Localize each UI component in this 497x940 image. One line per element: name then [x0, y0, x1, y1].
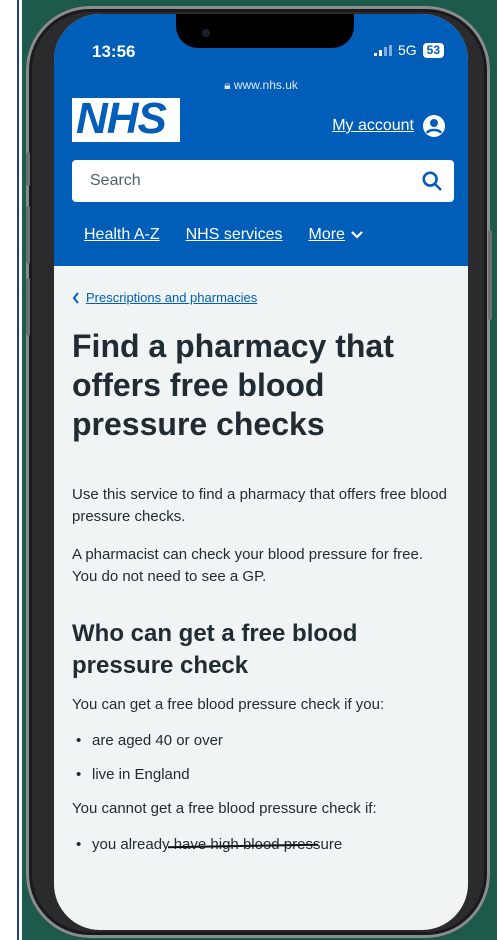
- logo-text: NHS: [76, 94, 167, 143]
- search-input[interactable]: Search: [90, 172, 141, 190]
- lock-icon: 🔒︎: [224, 78, 234, 92]
- chevron-down-icon: [351, 231, 363, 239]
- nav-more[interactable]: More: [309, 226, 363, 244]
- intro-paragraph-2: A pharmacist can check your blood pressu…: [72, 546, 424, 585]
- status-indicators: 5G 53: [373, 42, 444, 58]
- ineligibility-item: you already have high blood pressure: [72, 834, 452, 856]
- eligibility-list: are aged 40 or over live in England: [72, 730, 452, 786]
- browser-url[interactable]: 🔒︎ www.nhs.uk: [54, 78, 468, 93]
- mute-switch: [26, 152, 30, 186]
- chevron-left-icon: [72, 291, 79, 304]
- url-text: www.nhs.uk: [233, 78, 298, 92]
- breadcrumb-link[interactable]: Prescriptions and pharmacies: [86, 290, 257, 305]
- page-title: Find a pharmacy that offers free blood p…: [72, 328, 394, 442]
- background-divider-line: [17, 0, 19, 940]
- nav-more-label: More: [308, 226, 345, 243]
- status-time: 13:56: [92, 42, 136, 61]
- main-content: Prescriptions and pharmacies Find a phar…: [72, 290, 452, 856]
- nhs-logo[interactable]: NHS: [72, 94, 180, 143]
- ineligibility-intro: You cannot get a free blood pressure che…: [72, 800, 377, 817]
- signal-icon: [373, 44, 392, 56]
- account-label: My account: [332, 117, 414, 134]
- site-header: 13:56 5G 53 🔒︎ www.nhs.uk NHS My account…: [54, 14, 468, 266]
- search-box[interactable]: Search: [72, 160, 454, 202]
- phone-screen: 13:56 5G 53 🔒︎ www.nhs.uk NHS My account…: [54, 14, 468, 930]
- section-heading: Who can get a free blood pressure check: [72, 620, 358, 679]
- volume-up-button: [26, 206, 30, 264]
- intro-paragraph: Use this service to find a pharmacy that…: [72, 486, 447, 525]
- list-item: are aged 40 or over: [72, 730, 452, 752]
- breadcrumb[interactable]: Prescriptions and pharmacies: [72, 290, 452, 305]
- search-button[interactable]: [410, 160, 454, 202]
- volume-down-button: [26, 278, 30, 336]
- eligibility-intro: You can get a free blood pressure check …: [72, 696, 385, 713]
- primary-nav: Health A-Z NHS services More: [84, 226, 363, 244]
- battery-icon: 53: [422, 42, 444, 58]
- user-icon: [423, 115, 445, 137]
- power-button: [488, 230, 492, 320]
- my-account-link[interactable]: My account: [332, 114, 446, 138]
- nav-health-a-z[interactable]: Health A-Z: [84, 226, 160, 244]
- list-item: live in England: [72, 764, 452, 786]
- front-camera: [202, 29, 210, 37]
- nav-nhs-services[interactable]: NHS services: [186, 226, 283, 244]
- search-icon: [422, 171, 442, 191]
- network-type: 5G: [397, 42, 417, 58]
